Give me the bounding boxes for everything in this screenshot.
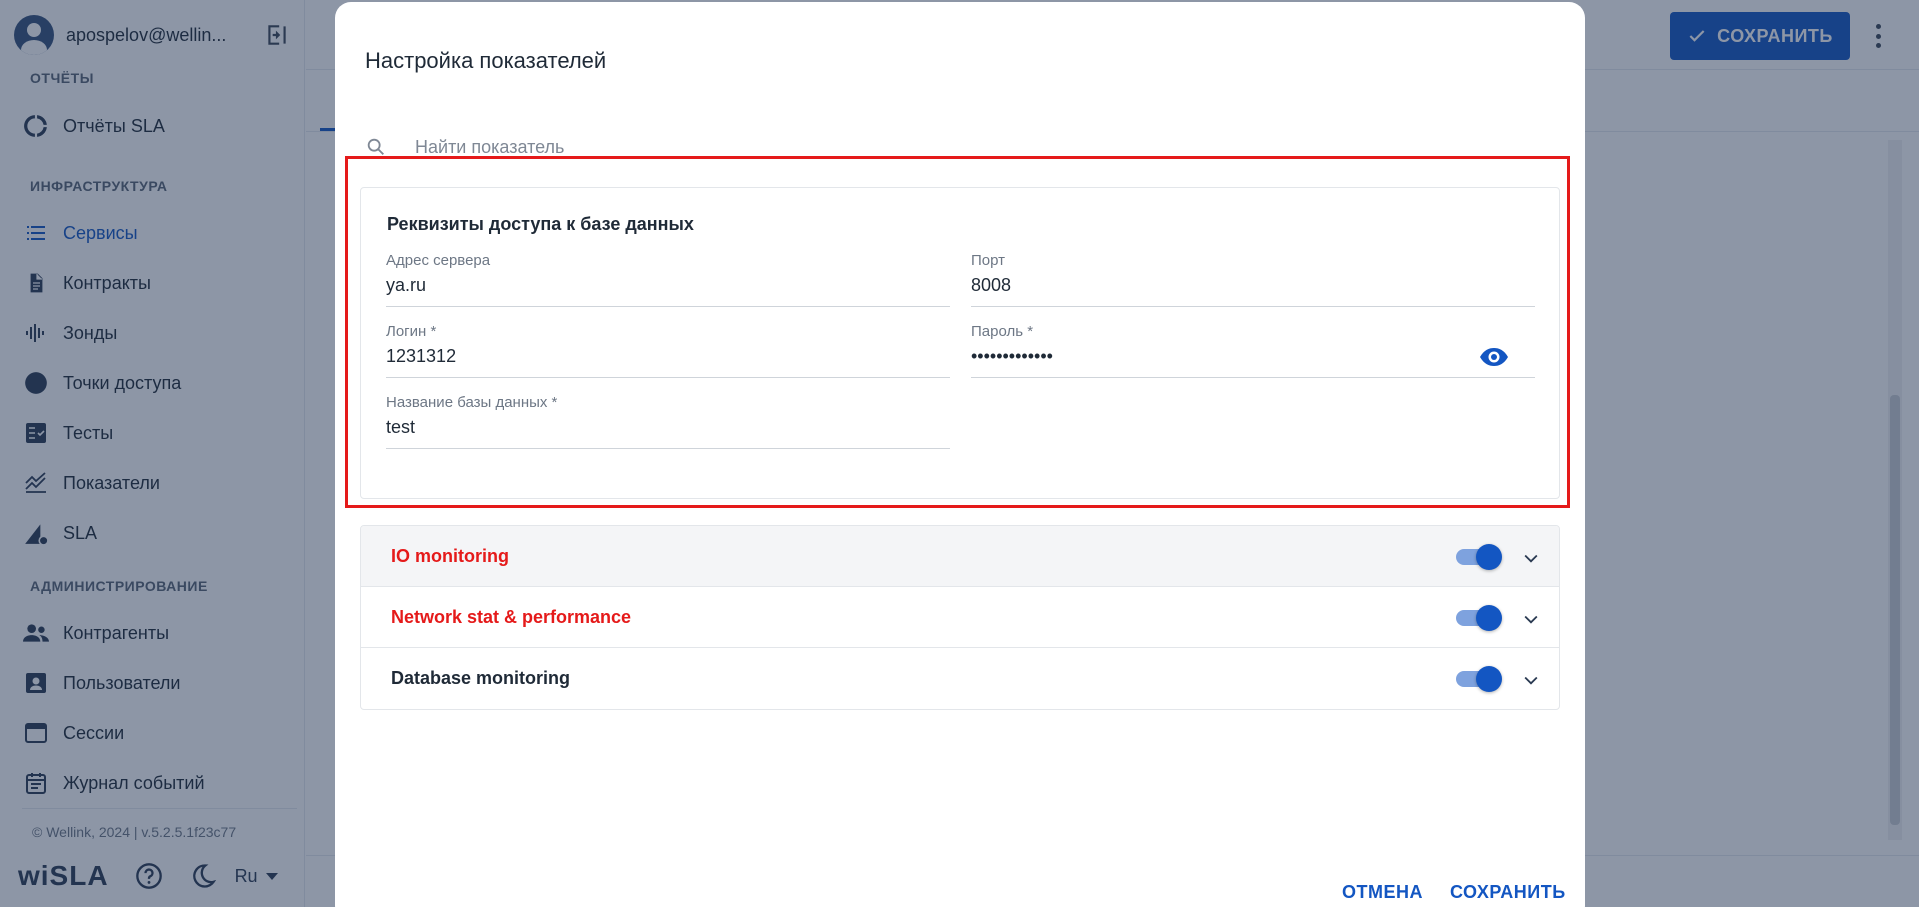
port-field[interactable]: Порт 8008 [971,252,1535,307]
password-label: Пароль * [971,323,1034,340]
section-toggle[interactable] [1456,605,1502,631]
server-address-value[interactable]: ya.ru [386,275,426,296]
dialog-title: Настройка показателей [365,48,607,73]
chevron-down-icon[interactable] [1521,548,1541,568]
port-value[interactable]: 8008 [971,275,1011,296]
cancel-button[interactable]: ОТМЕНА [1342,882,1423,903]
server-address-field[interactable]: Адрес сервера ya.ru [386,252,950,307]
metrics-settings-dialog: Настройка показателей Реквизиты доступа … [335,2,1585,907]
password-field[interactable]: Пароль * ••••••••••••• [971,323,1535,378]
login-field[interactable]: Логин * 1231312 [386,323,950,378]
section-toggle[interactable] [1456,544,1502,570]
server-address-label: Адрес сервера [386,252,491,269]
eye-icon[interactable] [1479,345,1509,369]
port-label: Порт [971,252,1006,269]
db-name-label: Название базы данных * [386,394,558,411]
search-input[interactable] [415,136,915,158]
search-icon [367,138,384,155]
chevron-down-icon[interactable] [1521,609,1541,629]
section-title: IO monitoring [391,545,509,566]
db-credentials-card: Реквизиты доступа к базе данных Адрес се… [360,187,1560,499]
metric-sections: IO monitoring Network stat & performance… [360,525,1560,710]
section-title: Database monitoring [391,668,571,688]
db-name-field[interactable]: Название базы данных * test [386,394,950,449]
section-toggle[interactable] [1456,666,1502,692]
section-io-monitoring[interactable]: IO monitoring [361,526,1559,587]
db-name-value[interactable]: test [386,417,415,438]
db-card-title: Реквизиты доступа к базе данных [387,214,694,234]
save-button[interactable]: СОХРАНИТЬ [1450,882,1566,903]
login-value[interactable]: 1231312 [386,346,456,367]
section-title: Network stat & performance [391,606,632,627]
section-network-stat[interactable]: Network stat & performance [361,587,1559,648]
section-database-monitoring[interactable]: Database monitoring [361,648,1559,709]
password-value[interactable]: ••••••••••••• [971,346,1053,367]
chevron-down-icon[interactable] [1521,670,1541,690]
login-label: Логин * [386,323,437,340]
